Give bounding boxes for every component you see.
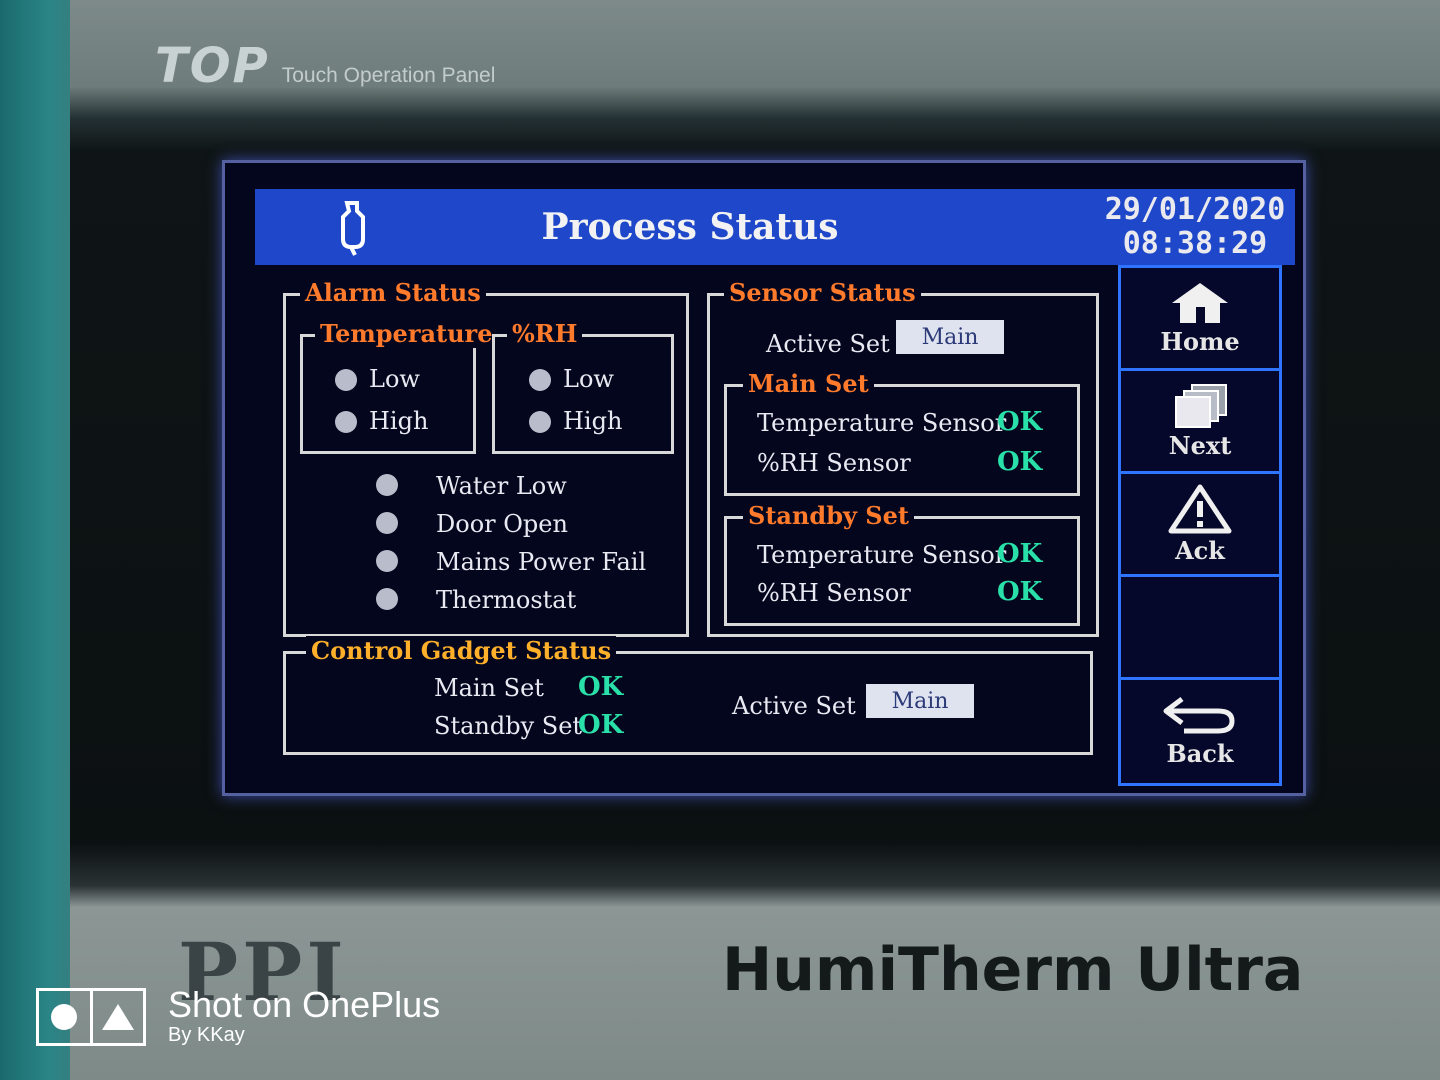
standby-rh-sensor-label: %RH Sensor — [757, 579, 911, 607]
panel-brand: TOP Touch Operation Panel — [155, 38, 495, 94]
alarm-status-title: Alarm Status — [300, 278, 486, 307]
temp-low-label: Low — [369, 365, 420, 393]
model-name: HumiTherm Ultra — [722, 935, 1304, 1005]
pages-icon — [1175, 383, 1227, 428]
date-display: 29/01/2020 — [1104, 192, 1286, 227]
thermostat-label: Thermostat — [436, 586, 577, 614]
thermostat-indicator — [376, 588, 398, 610]
main-rh-sensor-label: %RH Sensor — [757, 449, 911, 477]
next-button[interactable]: Next — [1121, 371, 1279, 474]
watermark-sub-text: By KKay — [168, 1024, 245, 1046]
mains-power-fail-indicator — [376, 550, 398, 572]
sensor-status-title: Sensor Status — [724, 278, 921, 307]
rh-alarm-group: %RH Low High — [492, 319, 674, 454]
home-icon — [1172, 282, 1228, 323]
main-temp-sensor-label: Temperature Sensor — [757, 409, 1007, 437]
rh-high-indicator — [529, 411, 551, 433]
rh-low-indicator — [529, 369, 551, 391]
main-set-title: Main Set — [743, 369, 874, 398]
control-gadget-title: Control Gadget Status — [306, 636, 617, 665]
temp-high-label: High — [369, 407, 429, 435]
door-open-indicator — [376, 512, 398, 534]
rh-alarm-title: %RH — [507, 319, 583, 348]
gadget-standby-set-status: OK — [578, 710, 624, 740]
water-low-indicator — [376, 474, 398, 496]
empty-nav-slot — [1121, 577, 1279, 680]
sensor-active-set-value: Main — [896, 320, 1004, 354]
side-navigation: Home Next Ack Back — [1118, 265, 1282, 786]
page-title: Process Status — [541, 206, 839, 248]
door-open-label: Door Open — [436, 510, 568, 538]
standby-temp-sensor-status: OK — [997, 539, 1043, 569]
brand-subtitle: Touch Operation Panel — [281, 64, 496, 87]
main-rh-sensor-status: OK — [997, 447, 1043, 477]
brand-logo: TOP — [155, 38, 270, 94]
alarm-status-panel: Alarm Status Temperature Low High %RH Lo… — [283, 278, 689, 637]
water-low-label: Water Low — [436, 472, 567, 500]
title-bar: Process Status — [255, 189, 1125, 265]
standby-set-title: Standby Set — [743, 501, 914, 530]
gadget-main-set-status: OK — [578, 672, 624, 702]
date-time: 29/01/2020 08:38:29 — [1095, 189, 1295, 265]
rh-low-label: Low — [563, 365, 614, 393]
back-label: Back — [1166, 738, 1234, 768]
ack-label: Ack — [1175, 535, 1225, 565]
temperature-alarm-title: Temperature — [315, 319, 498, 348]
next-label: Next — [1168, 430, 1232, 460]
sensor-active-set-label: Active Set — [766, 330, 890, 358]
camera-watermark: Shot on OnePlus By KKay — [36, 986, 440, 1047]
gadget-active-set-label: Active Set — [732, 692, 856, 720]
temperature-alarm-group: Temperature Low High — [300, 319, 498, 454]
watermark-main-text: Shot on OnePlus — [168, 984, 441, 1025]
time-display: 08:38:29 — [1122, 226, 1268, 261]
gadget-standby-set-label: Standby Set — [434, 712, 583, 740]
standby-temp-sensor-label: Temperature Sensor — [757, 541, 1007, 569]
main-temp-sensor-status: OK — [997, 407, 1043, 437]
warning-icon — [1168, 484, 1232, 533]
main-set-group: Main Set Temperature Sensor OK %RH Senso… — [724, 369, 1080, 496]
back-arrow-icon — [1163, 696, 1235, 733]
hmi-screen: Process Status 29/01/2020 08:38:29 Alarm… — [222, 160, 1306, 796]
control-gadget-panel: Control Gadget Status Main Set OK Standb… — [283, 636, 1093, 755]
gadget-main-set-label: Main Set — [434, 674, 544, 702]
gadget-active-set-value: Main — [866, 684, 974, 718]
home-button[interactable]: Home — [1121, 268, 1279, 371]
sensor-status-panel: Sensor Status Active Set Main Main Set T… — [707, 278, 1099, 637]
standby-set-group: Standby Set Temperature Sensor OK %RH Se… — [724, 501, 1080, 626]
standby-rh-sensor-status: OK — [997, 577, 1043, 607]
rh-high-label: High — [563, 407, 623, 435]
temp-high-indicator — [335, 411, 357, 433]
back-button[interactable]: Back — [1121, 680, 1279, 780]
mains-power-fail-label: Mains Power Fail — [436, 548, 647, 576]
oneplus-camera-icon — [36, 987, 146, 1046]
home-label: Home — [1160, 326, 1240, 356]
temp-low-indicator — [335, 369, 357, 391]
cabinet-edge — [0, 0, 80, 1080]
ack-button[interactable]: Ack — [1121, 474, 1279, 577]
